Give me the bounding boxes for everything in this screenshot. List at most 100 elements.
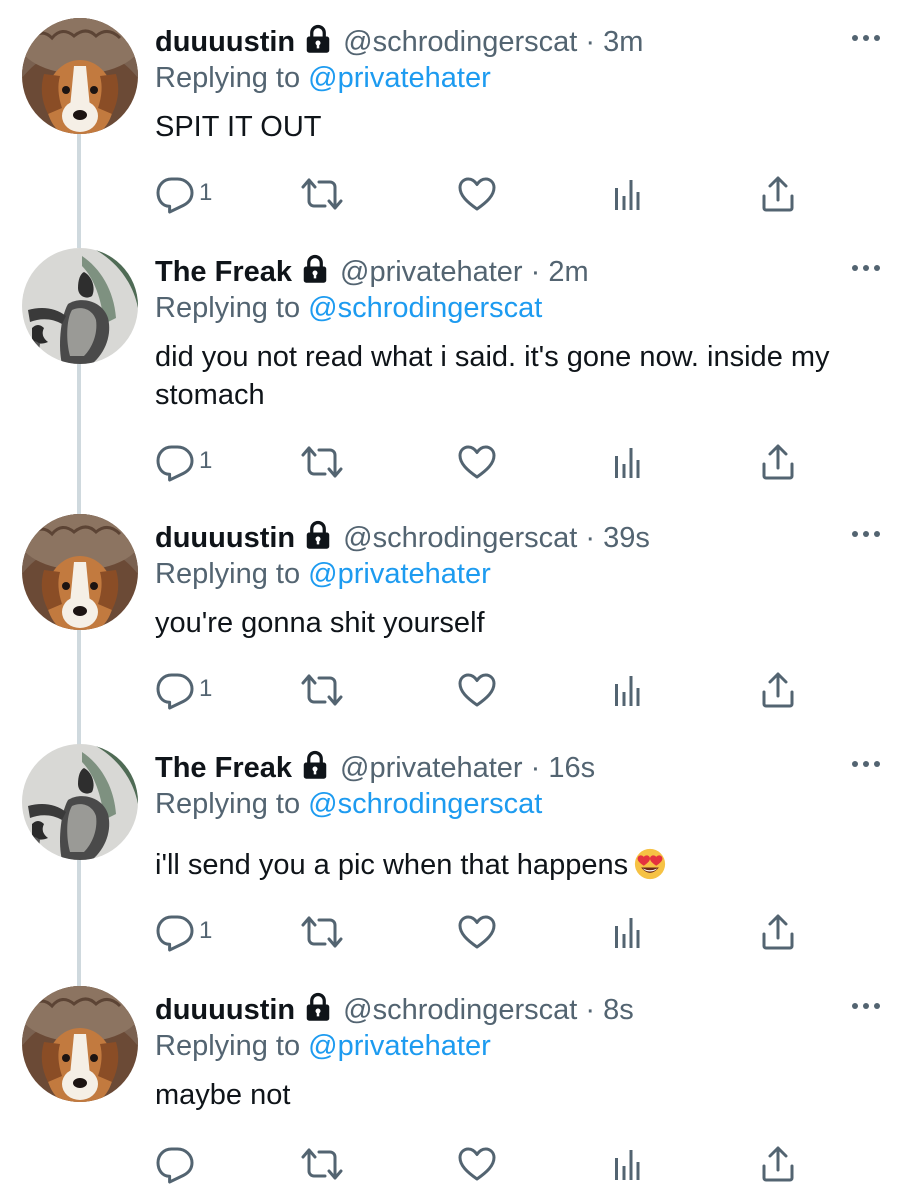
avatar[interactable] [22, 514, 138, 630]
mention-link[interactable]: @privatehater [308, 1030, 491, 1062]
retweet-button[interactable] [300, 1144, 344, 1184]
display-name[interactable]: The Freak [155, 752, 292, 784]
display-name[interactable]: duuuustin [155, 26, 295, 58]
separator: · [585, 26, 596, 58]
share-button[interactable] [758, 1144, 798, 1184]
tweet-text: i'll send you a pic when that happens [155, 846, 885, 884]
retweet-button[interactable] [300, 912, 344, 952]
replying-to: Replying to @privatehater [155, 1024, 491, 1068]
share-icon [758, 670, 798, 710]
more-icon[interactable] [850, 262, 882, 274]
like-icon [457, 912, 497, 952]
reply-button[interactable]: 1 [155, 912, 212, 952]
share-icon [758, 912, 798, 952]
reply-icon [155, 442, 195, 482]
tweet[interactable]: duuuustin @schrodingerscat · 8s Replying … [0, 968, 913, 1200]
mention-link[interactable]: @schrodingerscat [308, 788, 542, 820]
views-button[interactable] [607, 670, 647, 710]
timestamp[interactable]: 39s [603, 522, 650, 554]
tweet[interactable]: The Freak @privatehater · 2m Replying to … [0, 230, 913, 496]
avatar[interactable] [22, 18, 138, 134]
analytics-icon [607, 912, 647, 952]
retweet-icon [300, 174, 344, 214]
reply-button[interactable]: 1 [155, 442, 212, 482]
analytics-icon [607, 670, 647, 710]
reply-icon [155, 912, 195, 952]
reply-button[interactable]: 1 [155, 174, 212, 214]
timestamp[interactable]: 2m [548, 256, 588, 288]
handle[interactable]: @schrodingerscat [343, 522, 577, 554]
replying-prefix: Replying to [155, 558, 301, 590]
more-icon[interactable] [850, 528, 882, 540]
tweet[interactable]: duuuustin @schrodingerscat · 3m Replying … [0, 0, 913, 230]
action-bar: 1 [155, 442, 815, 482]
like-button[interactable] [457, 912, 497, 952]
lock-icon [303, 520, 333, 550]
tweet[interactable]: duuuustin @schrodingerscat · 39s Replying… [0, 496, 913, 726]
share-button[interactable] [758, 670, 798, 710]
tweet-text: maybe not [155, 1079, 291, 1111]
reply-icon [155, 1144, 195, 1184]
views-button[interactable] [607, 442, 647, 482]
share-icon [758, 1144, 798, 1184]
lock-icon [303, 24, 333, 54]
handle[interactable]: @schrodingerscat [343, 26, 577, 58]
share-button[interactable] [758, 174, 798, 214]
views-button[interactable] [607, 1144, 647, 1184]
mention-link[interactable]: @privatehater [308, 558, 491, 590]
avatar[interactable] [22, 986, 138, 1102]
share-button[interactable] [758, 912, 798, 952]
reply-button[interactable] [155, 1144, 195, 1184]
display-name[interactable]: The Freak [155, 256, 292, 288]
avatar[interactable] [22, 248, 138, 364]
like-icon [457, 670, 497, 710]
reply-button[interactable]: 1 [155, 670, 212, 710]
avatar[interactable] [22, 744, 138, 860]
display-name[interactable]: duuuustin [155, 994, 295, 1026]
tweet-text: you're gonna shit yourself [155, 607, 485, 639]
retweet-button[interactable] [300, 670, 344, 710]
like-icon [457, 174, 497, 214]
timestamp[interactable]: 3m [603, 26, 643, 58]
tweet[interactable]: The Freak @privatehater · 16s Replying to… [0, 726, 913, 968]
like-button[interactable] [457, 174, 497, 214]
mention-link[interactable]: @schrodingerscat [308, 292, 542, 324]
analytics-icon [607, 174, 647, 214]
mention-link[interactable]: @privatehater [308, 62, 491, 94]
separator: · [585, 522, 596, 554]
reply-icon [155, 174, 195, 214]
like-icon [457, 442, 497, 482]
timestamp[interactable]: 8s [603, 994, 634, 1026]
views-button[interactable] [607, 912, 647, 952]
retweet-icon [300, 442, 344, 482]
handle[interactable]: @privatehater [340, 256, 523, 288]
share-button[interactable] [758, 442, 798, 482]
tweet-text: SPIT IT OUT [155, 111, 322, 143]
share-icon [758, 442, 798, 482]
retweet-icon [300, 1144, 344, 1184]
separator: · [530, 752, 541, 784]
action-bar: 1 [155, 912, 815, 952]
replying-to: Replying to @schrodingerscat [155, 286, 542, 330]
reply-count: 1 [199, 917, 213, 944]
replying-prefix: Replying to [155, 788, 301, 820]
replying-prefix: Replying to [155, 62, 301, 94]
views-button[interactable] [607, 174, 647, 214]
display-name[interactable]: duuuustin [155, 522, 295, 554]
more-icon[interactable] [850, 1000, 882, 1012]
action-bar [155, 1144, 815, 1184]
handle[interactable]: @privatehater [340, 752, 523, 784]
like-button[interactable] [457, 442, 497, 482]
retweet-button[interactable] [300, 442, 344, 482]
more-icon[interactable] [850, 32, 882, 44]
separator: · [585, 994, 596, 1026]
timestamp[interactable]: 16s [548, 752, 595, 784]
like-button[interactable] [457, 1144, 497, 1184]
replying-prefix: Replying to [155, 292, 301, 324]
like-button[interactable] [457, 670, 497, 710]
retweet-button[interactable] [300, 174, 344, 214]
lock-icon [300, 254, 330, 284]
reply-count: 1 [199, 675, 213, 702]
handle[interactable]: @schrodingerscat [343, 994, 577, 1026]
more-icon[interactable] [850, 758, 882, 770]
